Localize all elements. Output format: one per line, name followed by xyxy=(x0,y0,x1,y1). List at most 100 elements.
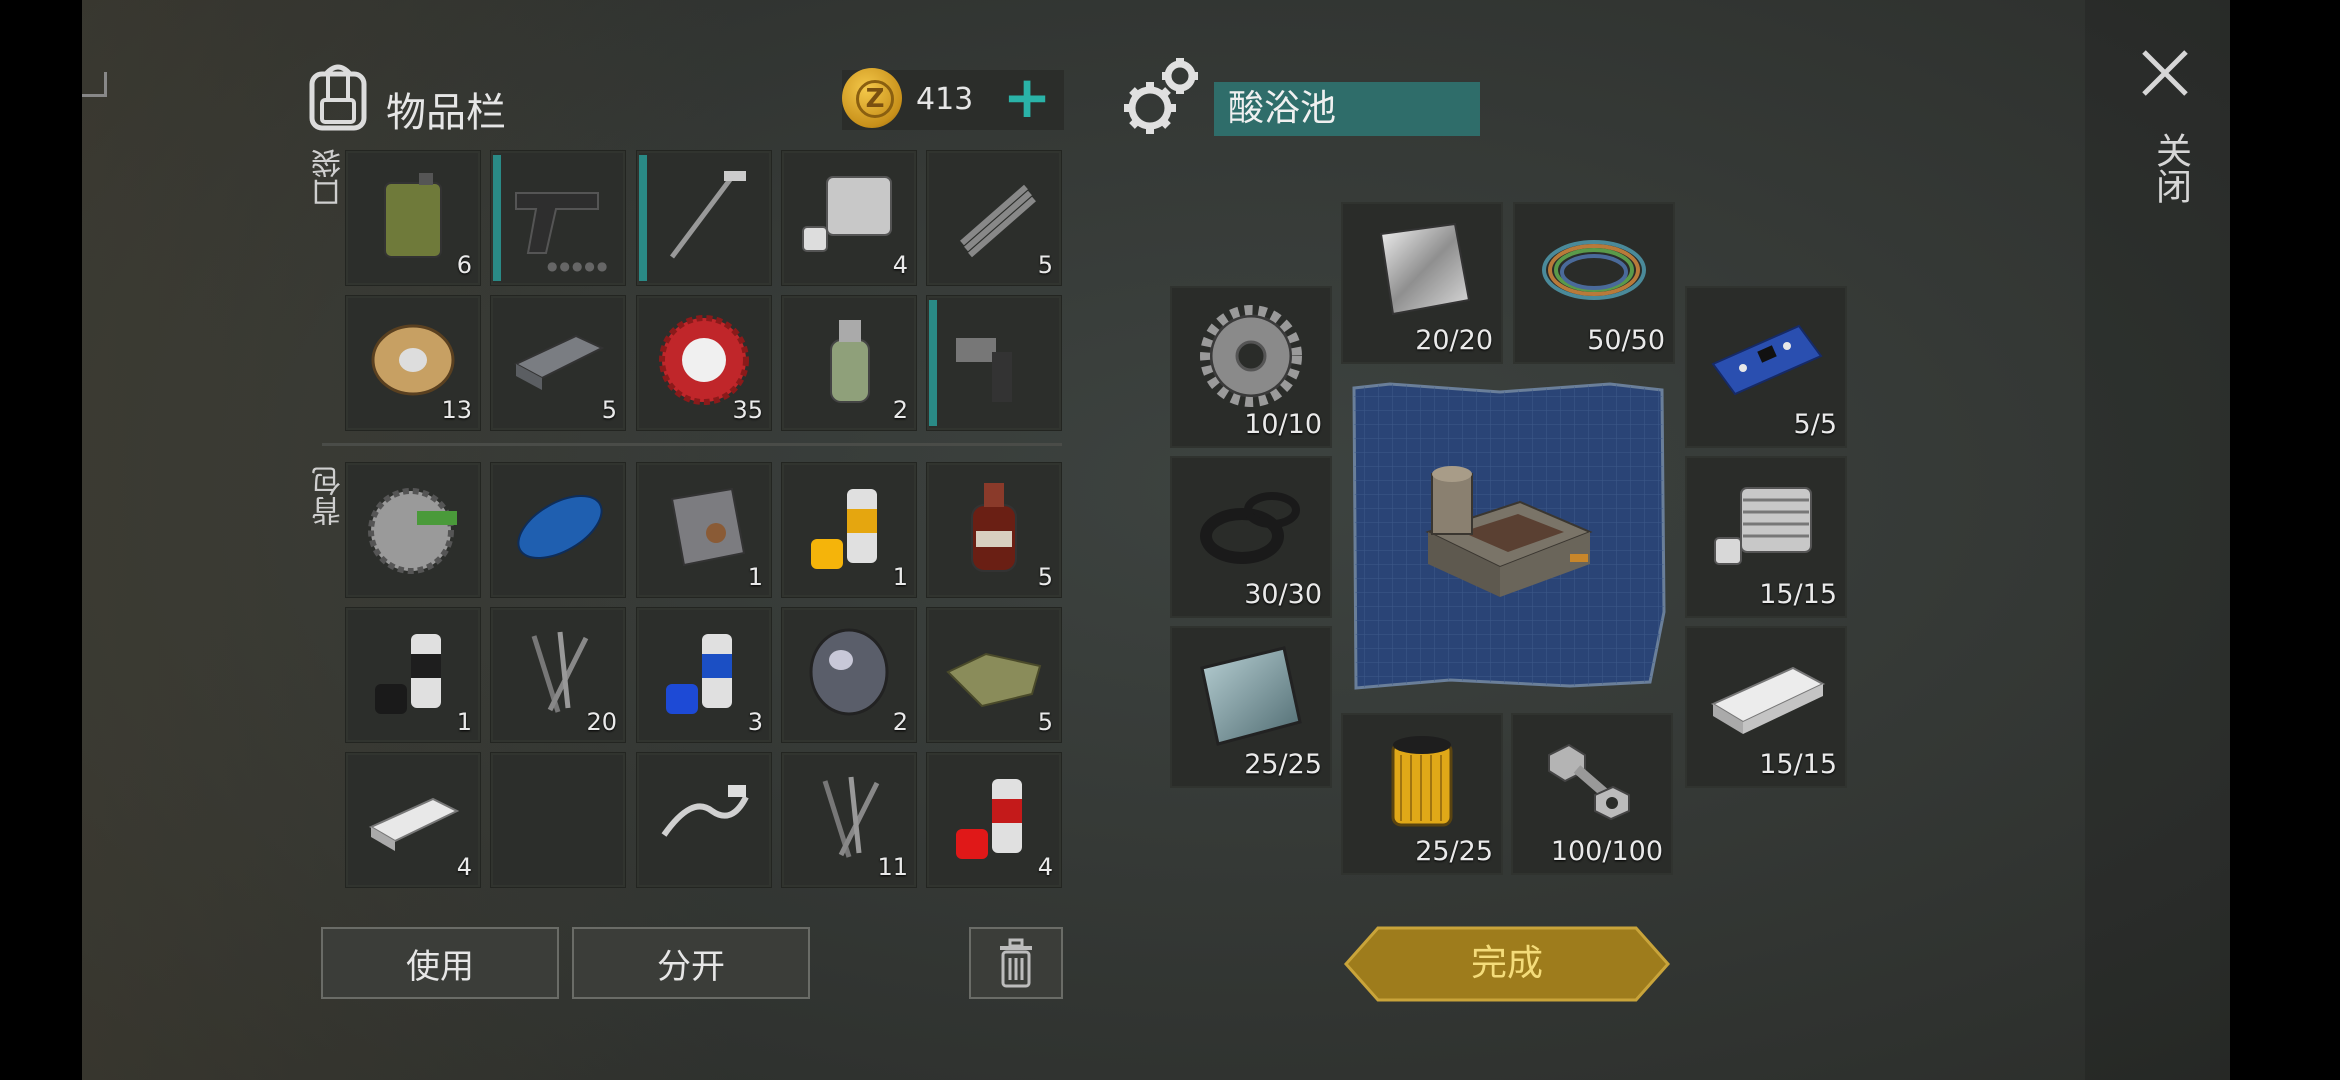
blue-spray-can-icon xyxy=(666,634,732,714)
backpack-slot[interactable]: 1 xyxy=(636,462,772,598)
pocket-slot[interactable] xyxy=(926,295,1062,431)
backpack-slot[interactable] xyxy=(490,462,626,598)
chemical-bottle-icon xyxy=(830,320,870,403)
ingredient-glass-plate[interactable]: 25/25 xyxy=(1170,626,1332,788)
close-label[interactable]: 关闭 xyxy=(2144,132,2196,204)
ingredient-steel-plate[interactable]: 20/20 xyxy=(1341,202,1503,364)
backpack-slot[interactable]: 1 xyxy=(345,607,481,743)
bolt-nut-icon xyxy=(1548,743,1630,821)
backpack-slot[interactable]: 11 xyxy=(781,752,917,888)
item-quantity: 1 xyxy=(747,563,763,591)
item-quantity: 2 xyxy=(892,396,908,424)
fuel-canister-icon xyxy=(384,173,442,258)
item-quantity: 5 xyxy=(1037,708,1053,736)
rusty-plate-icon xyxy=(670,487,746,567)
item-quantity: 5 xyxy=(1037,251,1053,279)
oil-filter-icon xyxy=(1391,736,1453,827)
silver-bar-icon xyxy=(368,797,460,851)
gears-icon xyxy=(1124,58,1198,134)
backpack-slot[interactable]: 5 xyxy=(926,462,1062,598)
use-button[interactable]: 使用 xyxy=(321,927,559,999)
ingredient-rubber-rings[interactable]: 30/30 xyxy=(1170,456,1332,618)
ingredient-aluminum-bar[interactable]: 15/15 xyxy=(1685,626,1847,788)
add-coins-button[interactable]: + xyxy=(1002,68,1052,128)
backpack-slot[interactable]: 3 xyxy=(636,607,772,743)
ingredient-gear[interactable]: 10/10 xyxy=(1170,286,1332,448)
metal-ingot-icon xyxy=(513,334,605,390)
edge-corner xyxy=(82,72,107,97)
backpack-slot[interactable] xyxy=(636,752,772,888)
ingredient-circuit[interactable]: 5/5 xyxy=(1685,286,1847,448)
handlebar-icon xyxy=(661,785,749,837)
item-quantity: 35 xyxy=(732,396,763,424)
steel-plate-icon xyxy=(1379,222,1471,316)
ingredient-filter[interactable]: 25/25 xyxy=(1341,713,1503,875)
item-quantity: 5 xyxy=(601,396,617,424)
pocket-slot[interactable]: 6 xyxy=(345,150,481,286)
backpack-slot[interactable]: 20 xyxy=(490,607,626,743)
blue-tank-icon xyxy=(517,495,603,559)
engine-cylinder-icon xyxy=(1714,487,1812,565)
backpack-slot[interactable]: 2 xyxy=(781,607,917,743)
item-quantity: 5 xyxy=(1037,563,1053,591)
ingredient-wires[interactable]: 50/50 xyxy=(1513,202,1675,364)
item-quantity: 6 xyxy=(456,251,472,279)
item-quantity: 3 xyxy=(747,708,763,736)
backpack-icon xyxy=(309,64,367,131)
spirit-bottle-icon xyxy=(971,483,1017,572)
backpack-slot[interactable]: 4 xyxy=(345,752,481,888)
split-button[interactable]: 分开 xyxy=(572,927,810,999)
pocket-slot[interactable]: 5 xyxy=(926,150,1062,286)
pocket-slot[interactable]: 5 xyxy=(490,295,626,431)
coin-bar: Z 413 + xyxy=(842,68,1064,130)
golf-club-icon xyxy=(670,171,746,259)
tool-grinder-icon xyxy=(956,338,1012,402)
acid-bath-icon xyxy=(1352,382,1666,690)
item-quantity: 20 xyxy=(586,708,617,736)
pistol-icon xyxy=(515,192,599,254)
engine-cylinder-icon xyxy=(802,176,892,252)
pocket-slot[interactable]: 13 xyxy=(345,295,481,431)
wires-icon xyxy=(1542,240,1646,300)
cloth-icon xyxy=(946,652,1042,708)
complete-button[interactable]: 完成 xyxy=(1344,926,1670,1002)
ammo-dots: ●●●●● xyxy=(547,259,610,273)
pocket-slot[interactable]: ●●●●● xyxy=(490,150,626,286)
lens-icon xyxy=(809,628,889,716)
black-spray-can-icon xyxy=(375,634,441,714)
item-quantity: 4 xyxy=(456,853,472,881)
close-button[interactable] xyxy=(2140,48,2190,98)
backpack-slot[interactable]: 1 xyxy=(781,462,917,598)
item-quantity: 1 xyxy=(456,708,472,736)
aluminum-bar-icon xyxy=(1710,666,1826,734)
item-quantity: 1 xyxy=(892,563,908,591)
pocket-slot[interactable]: 4 xyxy=(781,150,917,286)
yellow-spray-can-icon xyxy=(811,489,877,569)
red-spray-can-icon xyxy=(956,779,1022,859)
backpack-slot[interactable] xyxy=(490,752,626,888)
spring-icon xyxy=(960,184,1036,258)
ingredient-bolts[interactable]: 100/100 xyxy=(1511,713,1673,875)
saw-blade-icon xyxy=(368,488,457,574)
item-quantity: 4 xyxy=(892,251,908,279)
glass-plate-icon xyxy=(1200,646,1302,746)
pocket-slot[interactable] xyxy=(636,150,772,286)
inventory-title: 物品栏 xyxy=(386,90,506,136)
item-quantity: 13 xyxy=(441,396,472,424)
item-quantity: 2 xyxy=(892,708,908,736)
item-quantity: 4 xyxy=(1037,853,1053,881)
pocket-slot[interactable]: 35 xyxy=(636,295,772,431)
gear-icon xyxy=(1200,305,1302,407)
backpack-slot[interactable]: 4 xyxy=(926,752,1062,888)
trash-button[interactable] xyxy=(969,927,1063,999)
pocket-slot[interactable]: 2 xyxy=(781,295,917,431)
item-quantity: 11 xyxy=(877,853,908,881)
blueprint-panel xyxy=(1350,382,1668,694)
coin-count: 413 xyxy=(916,82,974,117)
backpack-slot[interactable]: 5 xyxy=(926,607,1062,743)
backpack-slot[interactable] xyxy=(345,462,481,598)
section-divider xyxy=(322,443,1062,446)
ingredient-cylinder[interactable]: 15/15 xyxy=(1685,456,1847,618)
close-icon xyxy=(2142,50,2188,96)
craft-name-field[interactable]: 酸浴池 xyxy=(1214,82,1480,136)
